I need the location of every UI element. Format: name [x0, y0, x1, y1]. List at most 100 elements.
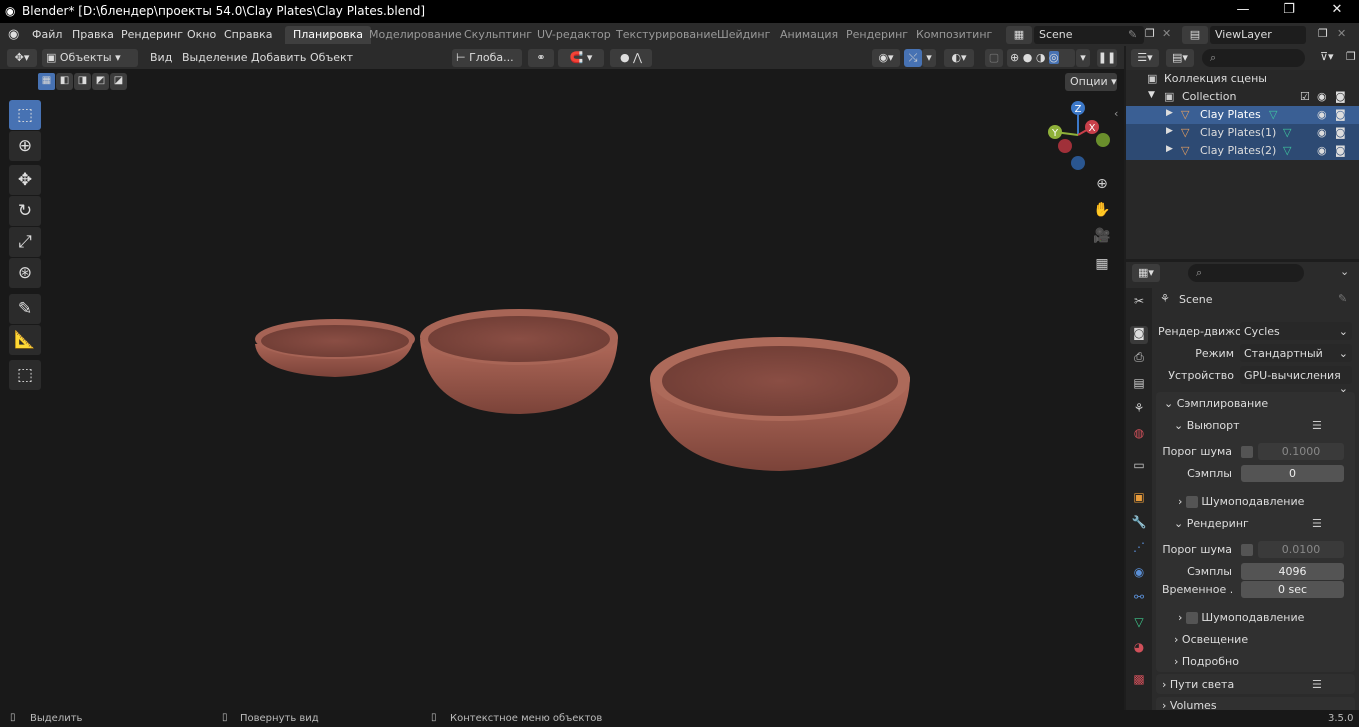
tab-rendering[interactable]: Рендеринг	[838, 26, 916, 44]
hide-eye-icon[interactable]: ◉	[1317, 144, 1327, 157]
gizmo-toggle-icon[interactable]: ⤯	[904, 49, 922, 67]
outliner-object-row[interactable]: ▶ ▽ Clay Plates ▽ ◉ ◙	[1126, 106, 1359, 124]
pause-render-icon[interactable]: ❚❚	[1097, 49, 1117, 67]
outliner-editor-type-icon[interactable]: ☰▾	[1131, 49, 1159, 67]
render-camera-icon[interactable]: ◙	[1335, 108, 1346, 121]
lights-subheader[interactable]: › Освещение	[1174, 633, 1248, 646]
world-tab-icon[interactable]: ◍	[1130, 426, 1148, 444]
mode-dropdown[interactable]: ▣ Объекты ▾	[42, 49, 138, 67]
close-button[interactable]: ✕	[1322, 2, 1352, 20]
3d-viewport[interactable]: ▦ ◧ ◨ ◩ ◪ Опции ▾ ‹ ⬚ ⊕ ✥ ↻ ⤢ ⊛ ✎ 📐 ⬚ Z …	[0, 69, 1124, 710]
minimize-button[interactable]: —	[1228, 2, 1258, 20]
gizmo-dropdown-icon[interactable]: ▾	[922, 49, 936, 67]
filter-icon[interactable]: ⊽▾	[1320, 50, 1334, 63]
large-bowl[interactable]	[650, 337, 910, 471]
outliner-scene-collection[interactable]: ▣ Коллекция сцены	[1126, 70, 1359, 88]
menu-render[interactable]: Рендеринг	[121, 28, 183, 41]
viewlayer-name-field[interactable]: ViewLayer	[1210, 26, 1306, 44]
advanced-subheader[interactable]: › Подробно	[1174, 655, 1239, 668]
time-limit-field[interactable]: 0 sec	[1241, 581, 1344, 598]
viewport-denoise-checkbox[interactable]	[1185, 496, 1198, 508]
tab-modeling[interactable]: Моделирование	[361, 26, 470, 44]
viewport-noise-threshold-field[interactable]: 0.1000	[1258, 443, 1344, 460]
zoom-view-icon[interactable]: ⊕	[1092, 176, 1112, 196]
light-paths-presets-icon[interactable]: ☰	[1312, 678, 1322, 691]
visibility-icon[interactable]: ◉▾	[872, 49, 900, 67]
select-extend-icon[interactable]: ◧	[56, 73, 73, 90]
overlays-icon[interactable]: ◐▾	[944, 49, 974, 67]
measure-tool-icon[interactable]: 📐	[9, 325, 41, 355]
move-tool-icon[interactable]: ✥	[9, 165, 41, 195]
outliner-search-input[interactable]: ⌕	[1202, 49, 1305, 67]
tab-shading[interactable]: Шейдинг	[709, 26, 778, 44]
tab-animation[interactable]: Анимация	[772, 26, 846, 44]
neg-z-axis-handle[interactable]	[1071, 156, 1085, 170]
snapping-icon[interactable]: 🧲 ▾	[558, 49, 604, 67]
cursor-tool-icon[interactable]: ⊕	[9, 131, 41, 161]
pan-view-icon[interactable]: ✋	[1092, 202, 1112, 222]
expand-arrow-icon[interactable]: ▶	[1166, 108, 1173, 118]
navigation-gizmo[interactable]: Z X Y	[1040, 97, 1118, 175]
object-tab-icon[interactable]: ▣	[1130, 490, 1148, 508]
menu-edit[interactable]: Правка	[72, 28, 114, 41]
rotate-tool-icon[interactable]: ↻	[9, 196, 41, 226]
rendered-shading-icon[interactable]: ◎	[1048, 51, 1059, 64]
render-denoise-checkbox[interactable]	[1185, 612, 1198, 624]
physics-tab-icon[interactable]: ◉	[1130, 565, 1148, 583]
expand-arrow-icon[interactable]: ▶	[1166, 144, 1173, 154]
render-camera-icon[interactable]: ◙	[1335, 126, 1346, 139]
render-camera-icon[interactable]: ◙	[1335, 90, 1346, 103]
hide-eye-icon[interactable]: ◉	[1317, 126, 1327, 139]
render-denoise-row[interactable]: › Шумоподавление	[1178, 611, 1304, 624]
expand-arrow-icon[interactable]: ▼	[1148, 90, 1155, 100]
proportional-editing-icon[interactable]: ● ⋀	[610, 49, 652, 67]
select-intersect-icon[interactable]: ◪	[110, 73, 127, 90]
tab-texture-paint[interactable]: Текстурирование	[608, 26, 725, 44]
sampling-header[interactable]: ⌄ Сэмплирование	[1164, 397, 1268, 410]
editor-type-icon[interactable]: ✥▾	[7, 49, 37, 67]
expand-arrow-icon[interactable]: ▶	[1166, 126, 1173, 136]
neg-x-axis-handle[interactable]	[1058, 139, 1072, 153]
mesh-data-icon[interactable]: ▽	[1269, 108, 1277, 121]
material-tab-icon[interactable]: ◕	[1130, 640, 1148, 658]
material-shading-icon[interactable]: ◑	[1036, 51, 1046, 64]
viewport-denoise-row[interactable]: › Шумоподавление	[1178, 495, 1304, 508]
delete-scene-icon[interactable]: ✕	[1162, 27, 1171, 40]
modifier-tab-icon[interactable]: 🔧	[1130, 515, 1148, 533]
scale-tool-icon[interactable]: ⤢	[9, 227, 41, 257]
hide-eye-icon[interactable]: ◉	[1317, 108, 1327, 121]
perspective-toggle-icon[interactable]: ▦	[1092, 256, 1112, 276]
new-collection-icon[interactable]: ❐	[1346, 50, 1356, 63]
scene-pin-icon[interactable]: ✎	[1128, 28, 1137, 41]
small-plate[interactable]	[255, 319, 415, 377]
blender-menu-icon[interactable]: ◉	[8, 27, 19, 42]
menu-help[interactable]: Справка	[224, 28, 272, 41]
render-tab-icon[interactable]: ◙	[1130, 326, 1148, 344]
select-new-icon[interactable]: ▦	[38, 73, 55, 90]
render-noise-threshold-checkbox[interactable]	[1241, 544, 1253, 556]
render-subheader[interactable]: ⌄ Рендеринг	[1174, 517, 1249, 530]
collection-tab-icon[interactable]: ▭	[1130, 458, 1148, 476]
add-cube-tool-icon[interactable]: ⬚	[9, 360, 41, 390]
outliner-object-row[interactable]: ▶ ▽ Clay Plates(1) ▽ ◉ ◙	[1126, 124, 1359, 142]
properties-search-input[interactable]: ⌕	[1188, 264, 1304, 282]
viewport-presets-icon[interactable]: ☰	[1312, 419, 1322, 432]
pivot-point-icon[interactable]: ⚭	[528, 49, 554, 67]
light-paths-header[interactable]: › Пути света	[1162, 678, 1234, 691]
mesh-data-icon[interactable]: ▽	[1283, 126, 1291, 139]
outliner-collection[interactable]: ▼ ▣ Collection ☑ ◉ ◙	[1126, 88, 1359, 106]
mode-dropdown[interactable]: Стандартный ⌄	[1240, 344, 1352, 362]
shading-dropdown-icon[interactable]: ▾	[1076, 49, 1090, 67]
viewport-subheader[interactable]: ⌄ Выюпорт	[1174, 419, 1240, 432]
scene-selector-icon[interactable]: ▦	[1006, 26, 1032, 44]
solid-shading-icon[interactable]: ●	[1023, 51, 1033, 64]
pin-icon[interactable]: ✎	[1338, 292, 1347, 305]
select-subtract-icon[interactable]: ◨	[74, 73, 91, 90]
annotate-tool-icon[interactable]: ✎	[9, 294, 41, 324]
new-viewlayer-icon[interactable]: ❐	[1318, 27, 1328, 40]
wireframe-shading-icon[interactable]: ⊕	[1010, 51, 1019, 64]
new-scene-icon[interactable]: ❐	[1145, 27, 1155, 40]
select-difference-icon[interactable]: ◩	[92, 73, 109, 90]
hide-eye-icon[interactable]: ◉	[1317, 90, 1327, 103]
transform-tool-icon[interactable]: ⊛	[9, 258, 41, 288]
